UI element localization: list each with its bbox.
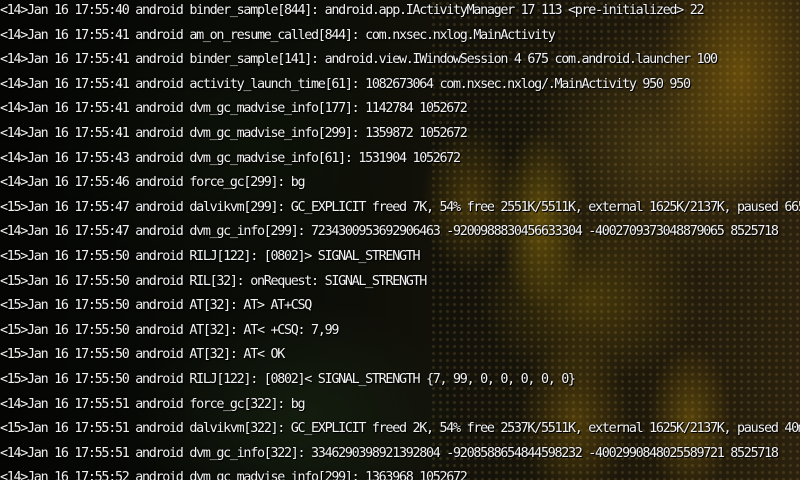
log-viewer-screen: <14>Jan 16 17:55:40 android binder_sampl… [0, 0, 800, 480]
log-list[interactable]: <14>Jan 16 17:55:40 android binder_sampl… [0, 0, 800, 480]
log-line: <15>Jan 16 17:55:50 android RILJ[122]: [… [0, 371, 576, 387]
log-line: <15>Jan 16 17:55:50 android RILJ[122]: [… [0, 248, 421, 264]
log-line: <14>Jan 16 17:55:51 android force_gc[322… [0, 396, 306, 412]
log-line: <14>Jan 16 17:55:41 android binder_sampl… [0, 52, 718, 68]
log-line: <14>Jan 16 17:55:41 android dvm_gc_madvi… [0, 125, 468, 141]
log-line: <15>Jan 16 17:55:50 android AT[32]: AT> … [0, 298, 312, 314]
log-line: <14>Jan 16 17:55:41 android activity_lau… [0, 76, 691, 92]
log-line: <15>Jan 16 17:55:50 android AT[32]: AT< … [0, 322, 339, 338]
log-line: <14>Jan 16 17:55:43 android dvm_gc_madvi… [0, 150, 461, 166]
log-line: <14>Jan 16 17:55:52 android dvm_gc_madvi… [0, 470, 468, 480]
log-line: <14>Jan 16 17:55:47 android dvm_gc_info[… [0, 224, 779, 240]
log-line: <15>Jan 16 17:55:50 android AT[32]: AT< … [0, 347, 285, 363]
log-line: <14>Jan 16 17:55:51 android dvm_gc_info[… [0, 445, 779, 461]
log-line: <14>Jan 16 17:55:40 android binder_sampl… [0, 3, 705, 18]
log-line: <15>Jan 16 17:55:47 android dalvikvm[299… [0, 199, 800, 215]
log-line: <14>Jan 16 17:55:41 android dvm_gc_madvi… [0, 101, 468, 117]
log-line: <14>Jan 16 17:55:46 android force_gc[299… [0, 175, 306, 191]
log-line: <15>Jan 16 17:55:50 android RIL[32]: onR… [0, 273, 427, 289]
log-line: <14>Jan 16 17:55:41 android am_on_resume… [0, 27, 556, 43]
log-line: <15>Jan 16 17:55:51 android dalvikvm[322… [0, 421, 800, 437]
